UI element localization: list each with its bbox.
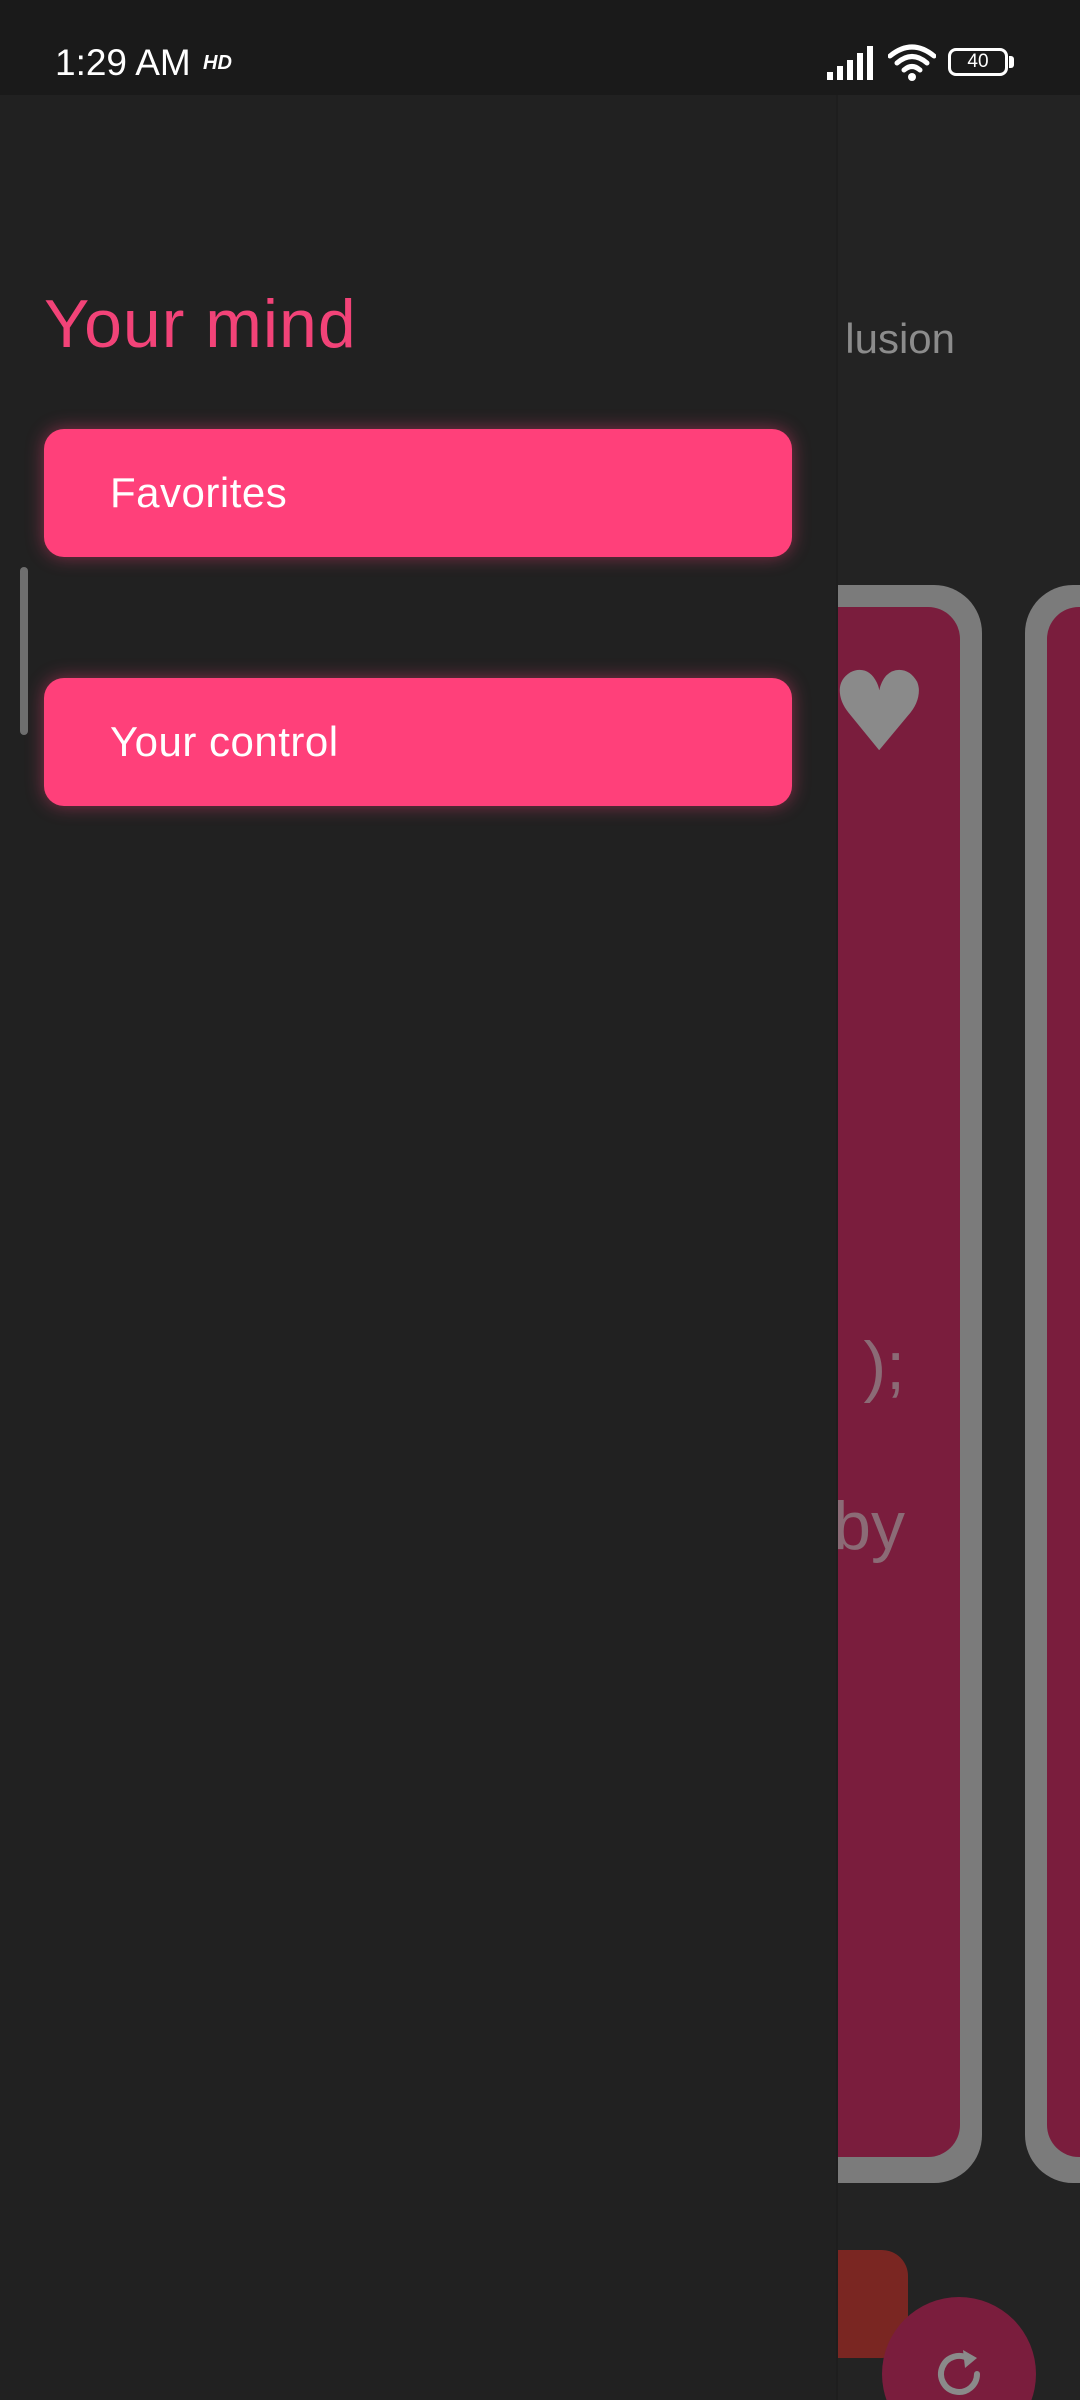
- drawer-item-label: Favorites: [110, 469, 288, 516]
- status-time: 1:29 AM: [55, 42, 191, 83]
- navigation-drawer: Your mind Favorites Your control: [0, 95, 836, 2400]
- drawer-scrollbar[interactable]: [20, 567, 28, 735]
- drawer-title: Your mind: [44, 286, 357, 362]
- drawer-item-label: Your control: [110, 718, 339, 765]
- battery-level: 40: [967, 51, 989, 72]
- status-bar: 1:29 AM HD 40: [0, 0, 1080, 95]
- next-quote-card[interactable]: [1025, 585, 1080, 2183]
- screen: 1:29 AM HD 40 lusion ♥ ); by Your mind F…: [0, 0, 1080, 2400]
- battery-icon: 40: [948, 48, 1018, 80]
- next-quote-card-inner: [1047, 607, 1080, 2157]
- signal-icon: [827, 46, 873, 80]
- drawer-item-your-control[interactable]: Your control: [44, 678, 792, 806]
- refresh-icon: [938, 2350, 980, 2395]
- wifi-icon: [888, 44, 936, 81]
- heart-icon[interactable]: ♥: [830, 657, 929, 767]
- drawer-item-favorites[interactable]: Favorites: [44, 429, 792, 557]
- hd-badge: HD: [203, 52, 232, 74]
